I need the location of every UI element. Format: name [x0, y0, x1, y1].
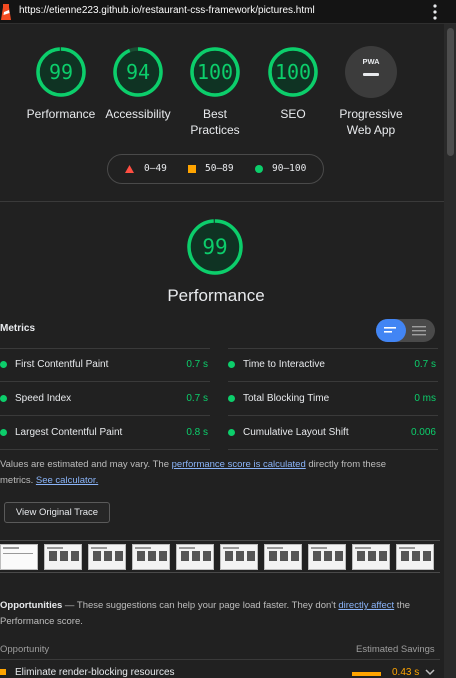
summary-lines-icon [384, 327, 396, 333]
opportunities-header: Opportunities — These suggestions can he… [0, 600, 411, 627]
pass-circle-icon [228, 395, 235, 402]
metric-divider [228, 381, 438, 382]
legend-fail: 0–49 [144, 163, 167, 174]
filmstrip-frame [0, 544, 38, 570]
metric-divider [228, 415, 438, 416]
performance-score-link[interactable]: performance score is calculated [172, 459, 306, 470]
gauge-ring-seo: 100 [268, 47, 318, 97]
filmstrip-frame [352, 544, 390, 570]
opportunity-render-blocking[interactable]: Eliminate render-blocking resources [15, 667, 175, 678]
pass-circle-icon [228, 429, 235, 436]
metric-divider [228, 449, 438, 450]
fail-triangle-icon [125, 165, 134, 173]
pass-circle-icon [228, 361, 235, 368]
gauge-score: 99 [49, 60, 73, 84]
metric-divider [0, 381, 210, 382]
directly-affect-link[interactable]: directly affect [338, 600, 394, 611]
lighthouse-icon [1, 4, 11, 20]
metric-divider [228, 348, 438, 349]
more-options-icon[interactable] [427, 3, 443, 21]
gauge-pwa[interactable]: PWA Progressive Web App [316, 46, 426, 138]
pwa-badge-icon: PWA [345, 46, 397, 98]
gauge-score: 94 [126, 60, 150, 84]
metric-divider [0, 449, 210, 450]
expanded-lines-icon[interactable] [412, 326, 426, 336]
metric-cumulative-layout-shift: Cumulative Layout Shift 0.006 [228, 427, 436, 439]
legend-pass: 90–100 [272, 163, 307, 174]
score-legend: 0–49 50–89 90–100 [107, 154, 324, 184]
pass-circle-icon [255, 165, 263, 173]
column-opportunity: Opportunity [0, 644, 50, 655]
metric-time-to-interactive: Time to Interactive 0.7 s [228, 359, 436, 371]
filmstrip-frame [132, 544, 170, 570]
metrics-note: Values are estimated and may vary. The p… [0, 459, 386, 486]
filmstrip-frame [88, 544, 126, 570]
performance-title: Performance [167, 286, 265, 305]
filmstrip-frame [220, 544, 258, 570]
gauge-ring-best-practices: 100 [190, 47, 240, 97]
gauge-label: Progressive Web App [339, 107, 403, 137]
metric-divider [0, 415, 210, 416]
metrics-heading: Metrics [0, 323, 36, 334]
filmstrip-frame [396, 544, 434, 570]
metric-first-contentful-paint: First Contentful Paint 0.7 s [0, 359, 208, 371]
gauge-score: 100 [275, 60, 311, 84]
opportunities-title: Opportunities [0, 600, 63, 611]
view-original-trace-button[interactable]: View Original Trace [4, 502, 110, 523]
average-square-icon [0, 669, 6, 675]
filmstrip-frame [264, 544, 302, 570]
gauge-label: Best Practices [190, 107, 240, 137]
gauge-ring-performance: 99 [36, 47, 86, 97]
see-calculator-link[interactable]: See calculator. [36, 475, 98, 486]
table-divider [0, 659, 440, 660]
metric-total-blocking-time: Total Blocking Time 0 ms [228, 393, 436, 405]
section-divider [0, 201, 444, 202]
savings-bar [352, 672, 381, 676]
gauge-ring-accessibility: 94 [113, 47, 163, 97]
pass-circle-icon [0, 361, 7, 368]
column-estimated-savings: Estimated Savings [356, 644, 435, 655]
pass-circle-icon [0, 429, 7, 436]
filmstrip-frame [176, 544, 214, 570]
pass-circle-icon [0, 395, 7, 402]
performance-score-large: 99 [202, 235, 227, 259]
page-url[interactable]: https://etienne223.github.io/restaurant-… [19, 5, 315, 16]
pwa-badge-text: PWA [362, 57, 380, 66]
filmstrip [0, 540, 440, 573]
chevron-down-icon[interactable] [425, 668, 435, 676]
savings-value: 0.43 s [392, 667, 420, 678]
address-bar: https://etienne223.github.io/restaurant-… [0, 0, 456, 24]
filmstrip-frame [308, 544, 346, 570]
metric-largest-contentful-paint: Largest Contentful Paint 0.8 s [0, 427, 208, 439]
gauge-score: 100 [197, 60, 233, 84]
metric-speed-index: Speed Index 0.7 s [0, 393, 208, 405]
performance-gauge-large: 99 [187, 219, 243, 275]
toggle-summary-view[interactable] [376, 319, 406, 342]
metric-divider [0, 348, 210, 349]
scrollbar-thumb[interactable] [447, 28, 454, 156]
filmstrip-frame [44, 544, 82, 570]
legend-average: 50–89 [205, 163, 234, 174]
average-square-icon [188, 165, 196, 173]
